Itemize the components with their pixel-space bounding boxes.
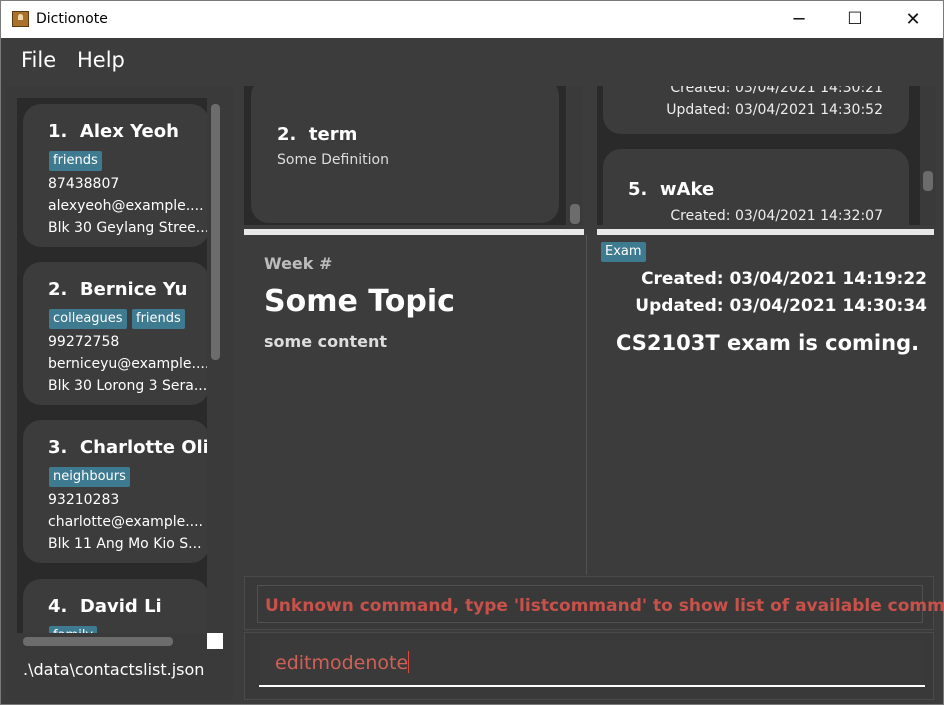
scrollbar-corner: [207, 633, 223, 649]
status-bar-file-path: .\data\contactslist.json: [23, 660, 205, 679]
contact-phone: 87438807: [48, 176, 120, 192]
contact-email: alexyeoh@example....: [48, 198, 204, 214]
contact-address: Blk 11 Ang Mo Kio S...: [48, 536, 202, 552]
dictionary-list-scrollbar[interactable]: [567, 86, 583, 225]
note-updated: Updated: 03/04/2021 14:30:34: [635, 296, 927, 316]
command-box: editmodenote: [244, 632, 934, 700]
app-icon: [12, 11, 29, 27]
result-message: Unknown command, type 'listcommand' to s…: [265, 596, 944, 616]
divider: [597, 229, 934, 235]
contact-address: Blk 30 Lorong 3 Sera...: [48, 378, 207, 394]
note-card[interactable]: Created: 03/04/2021 14:30:21 Updated: 03…: [603, 86, 909, 134]
note-created: Created: 03/04/2021 14:19:22: [641, 269, 927, 289]
contact-list-panel: 1. Alex Yeoh friends 87438807 alexyeoh@e…: [6, 86, 233, 700]
content-body: some content: [264, 332, 388, 351]
note-created: Created: 03/04/2021 14:30:21: [670, 86, 883, 96]
note-list-scrollbar[interactable]: [920, 86, 936, 225]
minimize-button[interactable]: ─: [770, 1, 828, 38]
contact-name: 1. Alex Yeoh: [48, 121, 179, 142]
maximize-button[interactable]: ☐: [826, 1, 884, 38]
contact-tag: neighbours: [49, 467, 130, 487]
contact-phone: 99272758: [48, 334, 120, 350]
contact-address: Blk 30 Geylang Stree...: [48, 220, 207, 236]
contact-list[interactable]: 1. Alex Yeoh friends 87438807 alexyeoh@e…: [17, 98, 207, 633]
scrollbar-thumb[interactable]: [211, 104, 220, 360]
result-box: Unknown command, type 'listcommand' to s…: [257, 585, 943, 623]
contact-list-vertical-scrollbar[interactable]: [207, 98, 223, 633]
contact-name: 3. Charlotte Oli...: [48, 437, 207, 458]
dictionary-list[interactable]: 2. term Some Definition: [244, 86, 566, 225]
note-updated: Updated: 03/04/2021 14:30:52: [666, 102, 883, 118]
content-topic: Some Topic: [264, 284, 455, 319]
contact-tag: colleagues: [49, 309, 127, 329]
divider: [244, 229, 584, 235]
contact-card[interactable]: 1. Alex Yeoh friends 87438807 alexyeoh@e…: [23, 104, 207, 247]
contact-card[interactable]: 2. Bernice Yu colleagues friends 9927275…: [23, 262, 207, 405]
contact-card[interactable]: 3. Charlotte Oli... neighbours 93210283 …: [23, 420, 207, 563]
dictionary-term: 2. term: [277, 124, 358, 145]
note-card[interactable]: 5. wAke Created: 03/04/2021 14:32:07: [603, 149, 909, 225]
note-tag: Exam: [601, 242, 646, 262]
menu-bar: File Help: [1, 38, 943, 84]
window-title: Dictionote: [36, 11, 108, 27]
menu-file[interactable]: File: [21, 48, 56, 72]
contact-card[interactable]: 4. David Li family: [23, 579, 207, 633]
dictionary-definition: Some Definition: [277, 152, 389, 168]
contact-email: charlotte@example....: [48, 514, 204, 530]
app-window: Dictionote ─ ☐ ✕ File Help 1. Alex Yeoh …: [0, 0, 944, 705]
title-bar: Dictionote ─ ☐ ✕: [1, 1, 943, 38]
result-display: Unknown command, type 'listcommand' to s…: [244, 576, 943, 630]
divider: [586, 235, 587, 575]
note-created: Created: 03/04/2021 14:32:07: [670, 208, 883, 224]
note-list[interactable]: Created: 03/04/2021 14:30:21 Updated: 03…: [597, 86, 921, 225]
content-week: Week #: [264, 254, 333, 273]
close-button[interactable]: ✕: [884, 1, 942, 38]
menu-help[interactable]: Help: [77, 48, 125, 72]
note-title: 5. wAke: [628, 179, 715, 200]
contact-tag: friends: [132, 309, 185, 329]
dictionary-card[interactable]: 2. term Some Definition: [251, 86, 559, 223]
contact-name: 4. David Li: [48, 596, 162, 617]
command-input[interactable]: editmodenote: [259, 641, 925, 687]
scrollbar-thumb[interactable]: [923, 171, 933, 191]
command-input-text: editmodenote: [275, 652, 409, 674]
contact-email: berniceyu@example....: [48, 356, 207, 372]
contact-phone: 93210283: [48, 492, 120, 508]
note-text: CS2103T exam is coming.: [616, 331, 920, 355]
scrollbar-thumb[interactable]: [570, 204, 580, 224]
contact-name: 2. Bernice Yu: [48, 279, 188, 300]
contact-tag: friends: [49, 151, 102, 171]
contact-list-horizontal-scrollbar[interactable]: [17, 633, 207, 649]
text-caret: [408, 651, 410, 673]
scrollbar-thumb[interactable]: [23, 637, 173, 646]
contact-tag: family: [49, 626, 98, 633]
